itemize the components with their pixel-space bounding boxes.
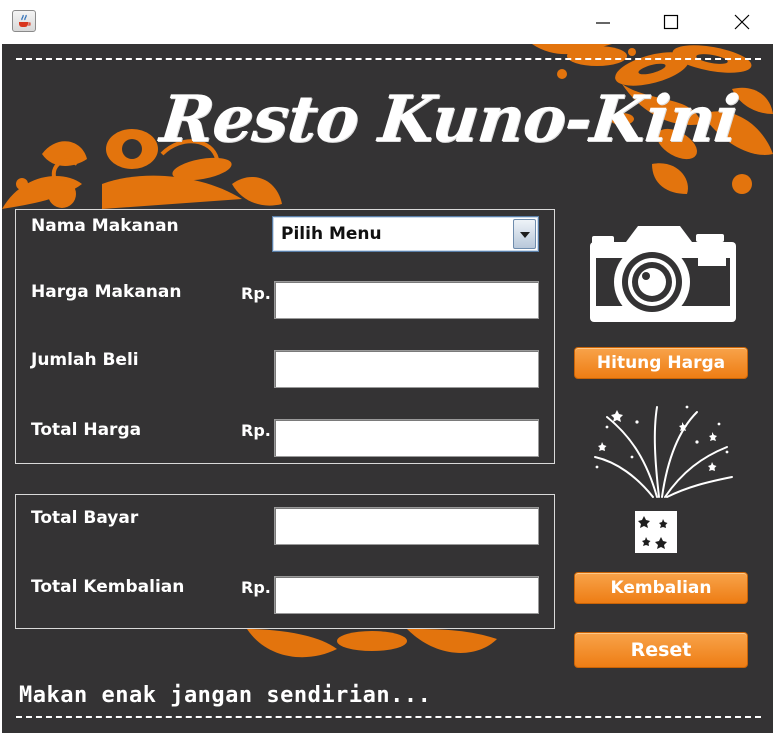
total-harga-field[interactable] [274,419,539,457]
total-currency-label: Rp. [241,421,271,440]
window-titlebar [0,0,775,44]
camera-icon [590,226,736,322]
fireworks-icon [594,405,733,498]
chevron-down-icon[interactable] [513,219,536,249]
total-harga-label: Total Harga [31,420,142,440]
footer-tagline: Makan enak jangan sendirian... [19,683,432,708]
maximize-icon [663,14,679,30]
menu-combobox[interactable]: Pilih Menu [272,216,539,252]
harga-currency-label: Rp. [241,284,271,303]
kembalian-currency-label: Rp. [241,578,271,597]
minimize-icon [596,22,610,24]
hitung-harga-button[interactable]: Hitung Harga [574,347,748,379]
brand-title: Resto Kuno-Kini [156,82,742,157]
close-icon [734,14,750,30]
harga-makanan-field[interactable] [274,281,539,319]
maximize-button[interactable] [642,0,700,44]
total-kembalian-field[interactable] [274,576,539,614]
harga-makanan-label: Harga Makanan [31,282,182,302]
total-kembalian-label: Total Kembalian [31,577,185,597]
main-panel: Resto Kuno-Kini Nama Makanan Pilih Menu … [2,44,773,733]
dice-icon [635,511,677,553]
dashed-divider-top [16,58,761,60]
nama-makanan-label: Nama Makanan [31,216,179,236]
dashed-divider-bottom [16,716,761,718]
close-button[interactable] [713,0,771,44]
minimize-button[interactable] [574,0,632,44]
jumlah-beli-field[interactable] [274,350,539,388]
java-cup-icon [12,10,36,32]
menu-combobox-value: Pilih Menu [281,224,382,244]
kembalian-button[interactable]: Kembalian [574,572,748,604]
jumlah-beli-label: Jumlah Beli [31,350,139,370]
total-bayar-field[interactable] [274,507,539,545]
total-bayar-label: Total Bayar [31,508,139,528]
floral-ornament [247,629,497,658]
reset-button[interactable]: Reset [574,632,748,668]
